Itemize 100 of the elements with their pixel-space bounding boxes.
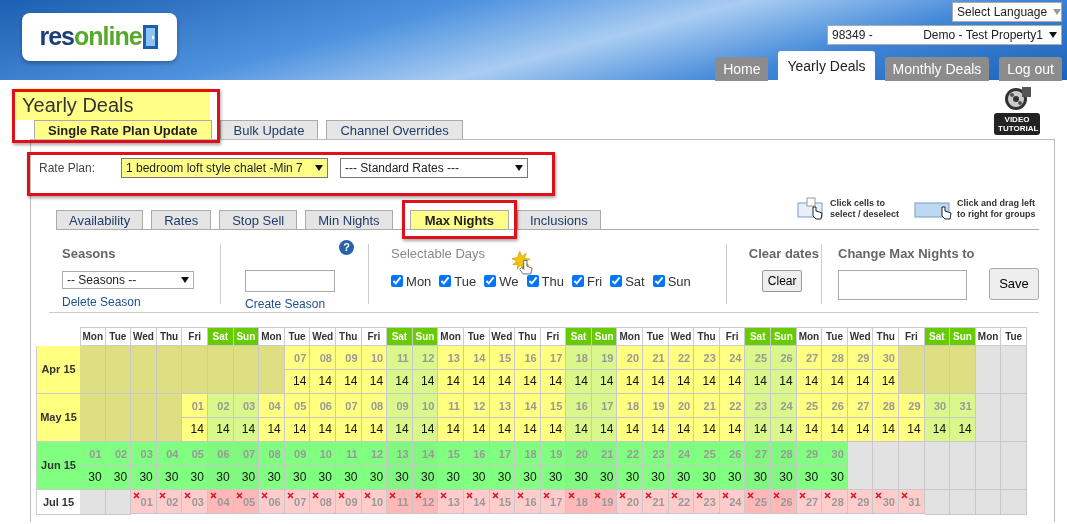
day-checkbox[interactable] [526, 275, 539, 288]
calendar-cell[interactable]: 18 14 [566, 346, 592, 394]
calendar-cell[interactable]: 17 14 [540, 346, 567, 394]
tab[interactable]: Inclusions [516, 210, 601, 229]
season-name-input[interactable] [245, 270, 336, 292]
calendar-cell[interactable]: 19 14 [591, 346, 618, 394]
calendar-cell[interactable]: 17 30 [489, 442, 516, 490]
calendar-cell[interactable]: 26 30 [719, 442, 746, 490]
calendar-cell[interactable]: 04 30 [156, 442, 183, 490]
tab[interactable]: Availability [56, 210, 144, 229]
calendar-cell[interactable]: 07 30 [233, 442, 260, 490]
calendar-cell[interactable]: 26 14 [771, 346, 797, 394]
calendar-cell[interactable]: 16 14 [566, 394, 592, 442]
calendar-cell[interactable]: 22 30 [617, 442, 644, 490]
day-checkbox[interactable] [439, 275, 452, 288]
calendar-cell[interactable]: 05 30 [182, 442, 208, 490]
calendar-cell[interactable]: 21 14 [694, 394, 720, 442]
seasons-select[interactable]: -- Seasons -- [62, 270, 194, 289]
rate-plan-select[interactable]: 1 bedroom loft style chalet -Min 7 [121, 158, 328, 178]
calendar-cell[interactable]: 08 14 [361, 394, 388, 442]
calendar-cell[interactable]: 21 30 [591, 442, 618, 490]
calendar-cell[interactable]: 24 14 [719, 346, 746, 394]
calendar-cell[interactable]: 12 30 [361, 442, 388, 490]
calendar-cell[interactable]: 17 14 [591, 394, 618, 442]
calendar-cell[interactable]: 12 14 [412, 346, 439, 394]
calendar-cell[interactable]: 29 14 [899, 394, 925, 442]
calendar-cell[interactable]: 16 14 [515, 346, 541, 394]
calendar-cell[interactable]: 03 14 [233, 394, 260, 442]
clear-button[interactable]: Clear [761, 269, 803, 292]
calendar-cell[interactable]: 11 14 [387, 346, 413, 394]
calendar-cell[interactable]: 02 30 [105, 442, 132, 490]
language-select[interactable]: Select Language [952, 2, 1062, 22]
calendar-cell[interactable]: 21 14 [643, 346, 669, 394]
tab[interactable]: Rates [151, 210, 212, 229]
create-season-link[interactable]: Create Season [245, 295, 326, 313]
calendar-cell[interactable]: 09 14 [387, 394, 413, 442]
calendar-cell[interactable]: 09 14 [335, 346, 362, 394]
calendar-cell[interactable]: 20 14 [668, 394, 695, 442]
day-checkbox[interactable] [652, 275, 665, 288]
calendar-cell[interactable]: 30 14 [873, 346, 899, 394]
calendar-cell[interactable]: 11 30 [335, 442, 362, 490]
property-select[interactable]: 98349 - Demo - Test Property1 [827, 25, 1062, 45]
delete-season-link[interactable]: Delete Season [62, 292, 141, 311]
sub-tab[interactable]: Single Rate Plan Update [34, 120, 212, 139]
calendar-cell[interactable]: 25 14 [745, 346, 772, 394]
calendar-cell[interactable]: 02 14 [207, 394, 234, 442]
calendar-cell[interactable]: 22 14 [719, 394, 746, 442]
calendar-cell[interactable]: 18 30 [515, 442, 541, 490]
calendar-cell[interactable]: 30 14 [924, 394, 951, 442]
calendar-cell[interactable]: 20 14 [617, 346, 644, 394]
calendar-cell[interactable]: 15 14 [540, 394, 567, 442]
calendar-cell[interactable]: 14 14 [515, 394, 541, 442]
nav-tab[interactable]: Yearly Deals [778, 51, 875, 81]
sub-tab[interactable]: Channel Overrides [326, 120, 463, 139]
calendar-cell[interactable]: 19 14 [643, 394, 669, 442]
calendar-cell[interactable]: 27 30 [745, 442, 772, 490]
max-nights-input[interactable] [838, 269, 967, 300]
day-checkbox[interactable] [391, 275, 404, 288]
tab[interactable]: Max Nights [409, 210, 509, 229]
calendar-cell[interactable]: 19 30 [540, 442, 567, 490]
calendar-cell[interactable]: 27 14 [847, 394, 874, 442]
calendar-cell[interactable]: 05 14 [284, 394, 311, 442]
calendar-cell[interactable]: 25 30 [694, 442, 720, 490]
calendar-cell[interactable]: 10 14 [412, 394, 439, 442]
calendar-cell[interactable]: 22 14 [668, 346, 695, 394]
save-button[interactable]: Save [989, 267, 1039, 300]
calendar-cell[interactable]: 13 30 [387, 442, 413, 490]
calendar-cell[interactable]: 15 30 [438, 442, 464, 490]
calendar-cell[interactable]: 23 14 [745, 394, 772, 442]
calendar-cell[interactable]: 01 30 [80, 442, 106, 490]
calendar-cell[interactable]: 28 14 [873, 394, 899, 442]
calendar-cell[interactable]: 06 30 [207, 442, 234, 490]
help-icon[interactable]: ? [339, 240, 355, 255]
calendar-cell[interactable]: 23 14 [694, 346, 720, 394]
calendar-cell[interactable]: 12 14 [463, 394, 490, 442]
calendar-cell[interactable]: 31 14 [950, 394, 976, 442]
calendar-cell[interactable]: 14 30 [412, 442, 439, 490]
calendar-cell[interactable]: 26 14 [822, 394, 848, 442]
calendar-cell[interactable]: 08 14 [310, 346, 336, 394]
calendar-cell[interactable]: 10 14 [361, 346, 388, 394]
calendar-cell[interactable]: 14 14 [463, 346, 490, 394]
calendar-cell[interactable]: 27 14 [796, 346, 823, 394]
calendar-cell[interactable]: 13 14 [489, 394, 516, 442]
calendar-cell[interactable]: 13 14 [438, 346, 464, 394]
calendar-cell[interactable]: 20 30 [566, 442, 592, 490]
tab[interactable]: Stop Sell [219, 210, 298, 229]
video-tutorial-label[interactable]: VIDEO TUTORIAL [994, 113, 1040, 135]
day-checkbox[interactable] [571, 275, 584, 288]
calendar-cell[interactable]: 04 14 [259, 394, 285, 442]
calendar-cell[interactable]: 24 14 [771, 394, 797, 442]
calendar-cell[interactable]: 15 14 [489, 346, 516, 394]
calendar-cell[interactable]: 29 14 [847, 346, 874, 394]
calendar-cell[interactable]: 29 30 [796, 442, 823, 490]
day-checkbox[interactable] [484, 275, 497, 288]
calendar-cell[interactable]: 28 14 [822, 346, 848, 394]
calendar-cell[interactable]: 28 30 [771, 442, 797, 490]
day-checkbox[interactable] [610, 275, 623, 288]
rate-plan-select[interactable]: --- Standard Rates --- [340, 158, 528, 178]
calendar-cell[interactable]: 03 30 [131, 442, 157, 490]
calendar-cell[interactable]: 07 14 [284, 346, 311, 394]
